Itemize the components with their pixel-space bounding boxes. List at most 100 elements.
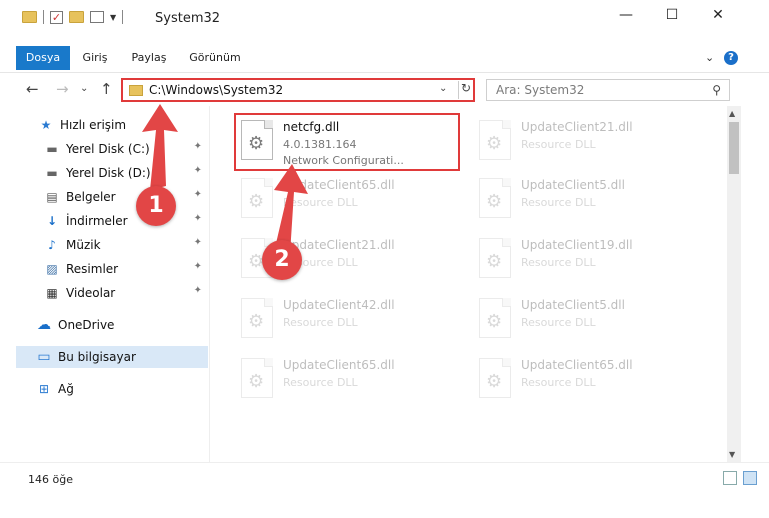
window-title: System32 — [155, 11, 221, 26]
sidebar-item-label: Yerel Disk (C:) — [66, 142, 150, 156]
dll-file-icon: ⚙ — [479, 238, 511, 278]
file-item[interactable]: ⚙ UpdateClient65.dll Resource DLL — [233, 172, 461, 230]
properties-icon[interactable] — [90, 11, 104, 23]
search-icon[interactable]: ⚲ — [712, 83, 721, 97]
file-item[interactable]: ⚙ UpdateClient5.dll Resource DLL — [471, 292, 699, 350]
pin-icon[interactable]: ✦ — [194, 261, 202, 272]
music-icon: ♪ — [48, 238, 56, 252]
tiles-view-icon[interactable] — [743, 471, 757, 485]
scroll-up-icon[interactable]: ▲ — [729, 109, 735, 118]
explorer-window: ✓ ▼ System32 — ☐ ✕ Dosya Giriş Paylaş Gö… — [0, 0, 769, 518]
sidebar-item-label: OneDrive — [58, 318, 115, 332]
forward-button[interactable]: → — [56, 80, 69, 98]
vertical-scrollbar[interactable]: ▲ ▼ — [727, 106, 741, 462]
new-folder-icon[interactable] — [69, 11, 84, 23]
pin-icon[interactable]: ✦ — [194, 189, 202, 200]
pin-icon[interactable]: ✦ — [194, 237, 202, 248]
sidebar-item-label: Ağ — [58, 382, 74, 396]
file-description: Resource DLL — [521, 316, 596, 329]
file-description: Resource DLL — [283, 316, 358, 329]
sidebar-item-documents[interactable]: ▤ Belgeler ✦ — [44, 186, 208, 208]
drive-icon: ▬ — [46, 142, 58, 156]
scroll-down-icon[interactable]: ▼ — [729, 450, 735, 459]
refresh-button[interactable]: ↻ — [458, 81, 473, 99]
sidebar-item-pictures[interactable]: ▨ Resimler ✦ — [44, 258, 208, 280]
sidebar-item-label: Yerel Disk (D:) — [66, 166, 151, 180]
dll-file-icon: ⚙ — [479, 358, 511, 398]
file-name: UpdateClient65.dll — [283, 178, 395, 192]
customize-toolbar-dropdown-icon[interactable]: ▼ — [110, 13, 116, 22]
view-toggle — [723, 471, 757, 485]
file-name: UpdateClient19.dll — [521, 238, 633, 252]
address-path[interactable]: C:\Windows\System32 — [149, 83, 283, 97]
file-item[interactable]: ⚙ UpdateClient65.dll Resource DLL — [471, 352, 699, 410]
scrollbar-thumb[interactable] — [729, 122, 739, 174]
tab-giris[interactable]: Giriş — [74, 46, 116, 70]
file-item[interactable]: ⚙ UpdateClient5.dll Resource DLL — [471, 172, 699, 230]
folder-icon — [22, 11, 37, 23]
sidebar-item-label: Bu bilgisayar — [58, 350, 136, 364]
star-icon: ★ — [40, 118, 52, 132]
close-button[interactable]: ✕ — [695, 0, 741, 30]
drive-icon: ▬ — [46, 166, 58, 180]
sidebar-item-this-pc[interactable]: ▭ Bu bilgisayar — [16, 346, 208, 368]
sidebar-item-disk-c[interactable]: ▬ Yerel Disk (C:) ✦ — [44, 138, 208, 160]
search-input[interactable]: Ara: System32 ⚲ — [486, 79, 730, 101]
file-name: UpdateClient42.dll — [283, 298, 395, 312]
recent-locations-icon[interactable]: ⌄ — [80, 83, 88, 94]
tab-gorunum[interactable]: Görünüm — [184, 46, 246, 70]
dll-file-icon: ⚙ — [479, 178, 511, 218]
tab-paylas[interactable]: Paylaş — [124, 46, 174, 70]
onedrive-icon: ☁ — [37, 317, 51, 333]
pin-icon[interactable]: ✦ — [194, 285, 202, 296]
sidebar-item-downloads[interactable]: ↓ İndirmeler ✦ — [44, 210, 208, 232]
sidebar-item-label: Müzik — [66, 238, 101, 252]
up-button[interactable]: ↑ — [100, 80, 113, 98]
file-name: UpdateClient65.dll — [521, 358, 633, 372]
properties-check-icon[interactable]: ✓ — [50, 10, 63, 24]
minimize-button[interactable]: — — [603, 0, 649, 30]
dll-file-icon: ⚙ — [241, 178, 273, 218]
back-button[interactable]: ← — [26, 80, 39, 98]
pin-icon[interactable]: ✦ — [194, 141, 202, 152]
quick-access-toolbar: ✓ ▼ — [22, 10, 124, 24]
toolbar-separator — [43, 10, 44, 24]
file-description: Resource DLL — [521, 196, 596, 209]
pin-icon[interactable]: ✦ — [194, 165, 202, 176]
file-item[interactable]: ⚙ UpdateClient19.dll Resource DLL — [471, 232, 699, 290]
file-description: Resource DLL — [521, 138, 596, 151]
file-description: Resource DLL — [521, 376, 596, 389]
sidebar-item-videos[interactable]: ▦ Videolar ✦ — [44, 282, 208, 304]
step-marker-2: 2 — [262, 240, 302, 280]
dll-file-icon: ⚙ — [241, 298, 273, 338]
step-marker-1: 1 — [136, 186, 176, 226]
address-bar[interactable]: C:\Windows\System32 ⌄ ↻ — [121, 78, 475, 102]
dll-file-icon: ⚙ — [479, 298, 511, 338]
search-placeholder: Ara: System32 — [496, 83, 585, 97]
dll-file-icon: ⚙ — [241, 358, 273, 398]
file-item[interactable]: ⚙ UpdateClient21.dll Resource DLL — [471, 114, 699, 172]
file-name: UpdateClient65.dll — [283, 358, 395, 372]
ribbon-tabs: Dosya Giriş Paylaş Görünüm ⌄ ? — [0, 46, 769, 70]
file-description: Resource DLL — [283, 376, 358, 389]
file-list: ⚙ netcfg.dll 4.0.1381.164 Network Config… — [211, 106, 727, 462]
sidebar-item-music[interactable]: ♪ Müzik ✦ — [44, 234, 208, 256]
help-icon[interactable]: ? — [724, 51, 738, 65]
address-dropdown-icon[interactable]: ⌄ — [439, 83, 447, 94]
sidebar-item-network[interactable]: ⊞ Ağ — [36, 378, 208, 400]
sidebar-item-quick-access[interactable]: ★ Hızlı erişim — [38, 114, 208, 136]
maximize-button[interactable]: ☐ — [649, 0, 695, 30]
expand-ribbon-icon[interactable]: ⌄ — [705, 51, 714, 64]
details-view-icon[interactable] — [723, 471, 737, 485]
title-bar: ✓ ▼ System32 — ☐ ✕ — [0, 0, 769, 38]
sidebar-item-label: İndirmeler — [66, 214, 128, 228]
file-description: Resource DLL — [283, 196, 358, 209]
tab-dosya[interactable]: Dosya — [16, 46, 70, 70]
sidebar-item-disk-d[interactable]: ▬ Yerel Disk (D:) ✦ — [44, 162, 208, 184]
sidebar-item-onedrive[interactable]: ☁ OneDrive — [36, 314, 208, 336]
status-bar: 146 öğe — [0, 462, 769, 494]
file-item[interactable]: ⚙ UpdateClient65.dll Resource DLL — [233, 352, 461, 410]
item-count: 146 öğe — [28, 473, 73, 486]
pin-icon[interactable]: ✦ — [194, 213, 202, 224]
file-item[interactable]: ⚙ UpdateClient42.dll Resource DLL — [233, 292, 461, 350]
